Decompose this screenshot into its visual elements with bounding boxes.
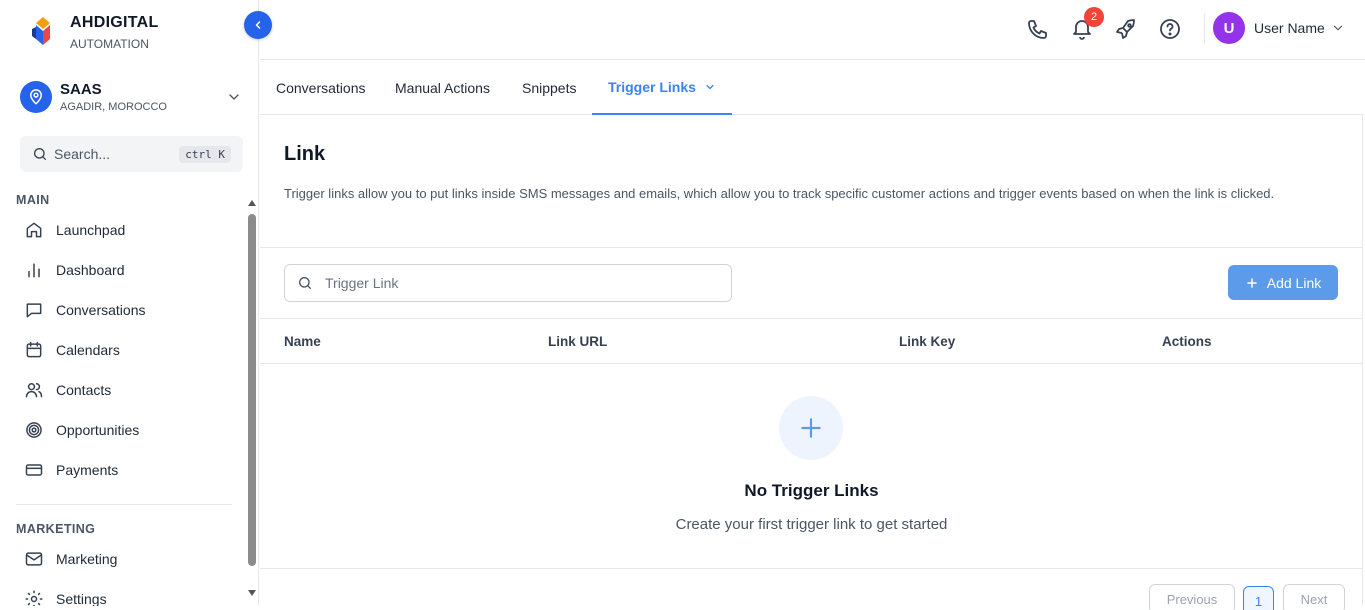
sidebar-item-label: Conversations (56, 302, 146, 318)
tab-label: Trigger Links (608, 78, 696, 95)
trigger-link-search-input[interactable] (325, 275, 705, 291)
chat-icon (26, 303, 42, 318)
page-description: Trigger links allow you to put links ins… (284, 186, 1275, 201)
column-header-link-url[interactable]: Link URL (548, 334, 607, 349)
location-pin-icon (20, 81, 52, 113)
chevron-down-icon (706, 84, 714, 89)
column-header-name[interactable]: Name (284, 334, 321, 349)
brand[interactable]: AHDIGITAL AUTOMATION (32, 14, 159, 51)
tab-snippets[interactable]: Snippets (522, 60, 576, 115)
target-icon (26, 422, 42, 438)
section-title-main: MAIN (16, 193, 50, 207)
chevron-down-icon[interactable] (1331, 21, 1345, 35)
sidebar-item-label: Payments (56, 462, 119, 478)
empty-state-title: No Trigger Links (744, 481, 879, 500)
tab-conversations[interactable]: Conversations (276, 60, 366, 115)
divider (260, 318, 1363, 319)
sidebar-item-marketing[interactable]: Marketing (24, 543, 234, 575)
sidebar-item-label: Settings (56, 591, 107, 606)
section-title-marketing: MARKETING (16, 522, 96, 536)
trigger-link-search[interactable] (284, 264, 732, 302)
add-link-label: Add Link (1266, 274, 1322, 291)
tab-bar: Conversations Manual Actions Snippets Tr… (260, 60, 1363, 115)
scroll-thumb[interactable] (248, 214, 256, 566)
bar-chart-icon (28, 263, 40, 278)
users-icon (25, 383, 43, 398)
search-icon (299, 277, 311, 289)
collapse-sidebar-button[interactable] (244, 11, 272, 39)
search-icon (34, 148, 46, 160)
plus-icon (1246, 277, 1257, 288)
credit-card-icon (25, 464, 43, 476)
sidebar-divider (16, 504, 232, 505)
plus-icon (801, 418, 821, 438)
sidebar-search[interactable]: Search... ctrl K (20, 136, 243, 172)
brand-subtitle: AUTOMATION (70, 37, 149, 51)
empty-state-subtitle: Create your first trigger link to get st… (675, 516, 948, 533)
pagination-next[interactable]: Next (1283, 584, 1345, 610)
scroll-up-arrow-icon[interactable] (248, 200, 256, 206)
sidebar-item-label: Contacts (56, 382, 112, 398)
divider (260, 247, 1363, 248)
calendar-icon (26, 341, 42, 358)
account-switcher[interactable]: SAAS AGADIR, MOROCCO (20, 76, 246, 118)
sidebar: AHDIGITAL AUTOMATION SAAS AGADIR, MOROCC… (4, 0, 259, 606)
sidebar-item-opportunities[interactable]: Opportunities (24, 414, 234, 446)
rocket-icon[interactable] (1114, 17, 1138, 41)
home-icon (26, 222, 42, 238)
chevron-left-icon (255, 21, 261, 29)
chevron-down-icon (229, 94, 239, 100)
scroll-down-arrow-icon[interactable] (248, 590, 256, 596)
search-placeholder: Search... (54, 146, 111, 162)
sidebar-item-label: Dashboard (56, 262, 125, 278)
sidebar-item-settings[interactable]: Settings (24, 583, 234, 606)
brand-logo-icon (32, 17, 50, 45)
sidebar-scrollbar[interactable] (247, 196, 257, 598)
brand-name: AHDIGITAL (70, 14, 159, 31)
column-header-actions: Actions (1162, 334, 1212, 349)
divider (260, 363, 1363, 364)
top-header: 2 U User Name (260, 0, 1365, 60)
mail-icon (25, 552, 43, 566)
pagination-previous[interactable]: Previous (1149, 584, 1235, 610)
sidebar-item-launchpad[interactable]: Launchpad (24, 214, 234, 246)
help-icon[interactable] (1158, 17, 1182, 41)
brand-text: AHDIGITAL AUTOMATION (70, 14, 159, 51)
sidebar-item-contacts[interactable]: Contacts (24, 374, 234, 406)
sidebar-item-label: Launchpad (56, 222, 126, 238)
account-text: SAAS AGADIR, MOROCCO (60, 81, 226, 113)
sidebar-item-label: Marketing (56, 551, 118, 567)
sidebar-item-calendars[interactable]: Calendars (24, 334, 234, 366)
page-title: Link (284, 143, 326, 165)
divider (260, 568, 1363, 569)
sidebar-item-dashboard[interactable]: Dashboard (24, 254, 234, 286)
sidebar-item-label: Calendars (56, 342, 120, 358)
account-name: SAAS (60, 81, 102, 98)
notification-badge: 2 (1084, 7, 1104, 27)
sidebar-item-conversations[interactable]: Conversations (24, 294, 234, 326)
avatar[interactable]: U (1213, 12, 1245, 44)
tab-manual-actions[interactable]: Manual Actions (395, 60, 490, 115)
search-shortcut: ctrl K (179, 145, 231, 163)
phone-icon[interactable] (1026, 17, 1050, 41)
user-name[interactable]: User Name (1254, 20, 1325, 36)
add-link-button[interactable]: Add Link (1228, 265, 1338, 300)
app-root: AHDIGITAL AUTOMATION SAAS AGADIR, MOROCC… (0, 0, 1365, 610)
column-header-link-key[interactable]: Link Key (899, 334, 955, 349)
account-location: AGADIR, MOROCCO (60, 101, 167, 113)
gear-icon (25, 590, 43, 606)
main-panel: Link Trigger links allow you to put link… (260, 115, 1363, 610)
sidebar-item-payments[interactable]: Payments (24, 454, 234, 486)
pagination-page-current[interactable]: 1 (1243, 586, 1274, 610)
empty-state-add-button[interactable] (779, 396, 843, 460)
sidebar-item-label: Opportunities (56, 422, 140, 438)
header-divider (1204, 14, 1205, 44)
tab-trigger-links[interactable]: Trigger Links (592, 60, 732, 115)
